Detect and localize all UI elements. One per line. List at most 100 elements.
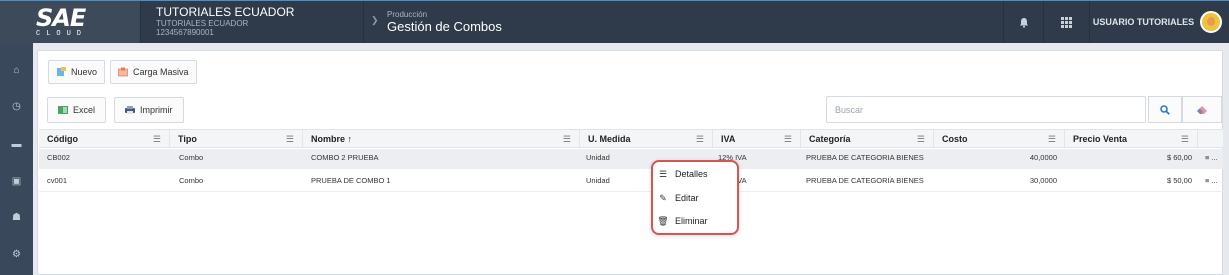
print-button[interactable]: Imprimir <box>114 97 184 123</box>
trash-icon: 🗑 <box>657 215 669 226</box>
table-header: Código ☰ Tipo ☰ Nombre ↑ ☰ U. Medida ☰ IVA ☰ … <box>39 129 1223 148</box>
bulk-upload-label: Carga Masiva <box>133 67 189 77</box>
table-row[interactable]: cv001 Combo PRUEBA DE COMBO 1 Unidad 12%… <box>39 172 1223 192</box>
upload-box-icon <box>118 67 128 77</box>
table-row[interactable]: CB002 Combo COMBO 2 PRUEBA Unidad 12% IV… <box>39 149 1223 169</box>
sidebar-item-home[interactable]: ⌂ <box>0 61 33 79</box>
menu-item-label: Detalles <box>675 169 708 179</box>
grid-icon <box>1061 16 1072 28</box>
sidebar-item-reports[interactable]: ▬ <box>0 135 33 153</box>
excel-label: Excel <box>73 105 96 115</box>
column-label: Categoría <box>809 134 851 144</box>
print-label: Imprimir <box>140 105 173 115</box>
menu-item-details[interactable]: ☰ Detalles <box>657 165 735 183</box>
settings-icon: ⚙ <box>12 248 21 260</box>
cell-precio: $ 60,00 <box>1166 153 1192 162</box>
apps-button[interactable] <box>1043 1 1089 43</box>
column-header-iva[interactable]: IVA ☰ <box>713 130 801 148</box>
user-label: USUARIO TUTORIALES <box>1092 17 1195 27</box>
new-button[interactable]: Nuevo <box>48 60 106 84</box>
cell-tipo: Combo <box>179 153 204 162</box>
logo[interactable]: SAE CLOUD <box>0 1 141 43</box>
column-header-nombre[interactable]: Nombre ↑ ☰ <box>303 130 580 148</box>
cell-categoria: PRUEBA DE CATEGORIA BIENES <box>806 153 924 162</box>
row-actions-button[interactable]: ≡ ... <box>1205 153 1218 162</box>
filter-icon[interactable]: ☰ <box>784 134 792 145</box>
column-header-categoria[interactable]: Categoría ☰ <box>801 130 934 148</box>
excel-button[interactable]: Excel <box>47 97 107 123</box>
filter-icon[interactable]: ☰ <box>696 134 704 145</box>
cell-costo: 40,0000 <box>1029 153 1057 162</box>
column-label: Costo <box>942 134 968 144</box>
column-label: Nombre ↑ <box>311 134 353 144</box>
cell-precio: $ 50,00 <box>1166 176 1192 185</box>
column-header-codigo[interactable]: Código ☰ <box>39 130 170 148</box>
printer-icon <box>125 106 135 114</box>
sidebar-item-history[interactable]: ◷ <box>0 97 33 115</box>
divider <box>363 1 364 43</box>
search-icon <box>1160 104 1170 115</box>
pencil-icon: ✎ <box>659 192 667 203</box>
main-panel: Nuevo Carga Masiva Excel Imprimir Buscar… <box>37 50 1223 275</box>
cell-categoria: PRUEBA DE CATEGORIA BIENES <box>806 176 924 185</box>
column-label: Tipo <box>178 134 197 144</box>
row-actions-button[interactable]: ≡ ... <box>1205 176 1218 185</box>
search-input[interactable]: Buscar <box>826 96 1146 123</box>
home-icon: ⌂ <box>13 64 20 76</box>
sidebar-item-users[interactable]: ☗ <box>0 208 33 226</box>
column-label: Código <box>47 134 78 144</box>
company-name: TUTORIALES ECUADOR <box>156 5 295 19</box>
new-label: Nuevo <box>71 67 98 77</box>
new-document-icon <box>57 67 66 76</box>
logo-subtext: CLOUD <box>36 30 88 38</box>
cell-nombre: COMBO 2 PRUEBA <box>311 153 379 162</box>
notifications-button[interactable] <box>1003 1 1043 43</box>
sidebar-item-settings[interactable]: ⚙ <box>0 245 33 263</box>
user-menu[interactable]: USUARIO TUTORIALES <box>1089 1 1225 43</box>
filter-icon[interactable]: ☰ <box>1181 134 1189 145</box>
column-header-tipo[interactable]: Tipo ☰ <box>170 130 303 148</box>
chart-icon: ▬ <box>11 138 22 150</box>
page-title: Gestión de Combos <box>387 19 502 34</box>
menu-item-label: Editar <box>675 193 699 203</box>
filter-icon[interactable]: ☰ <box>563 134 571 145</box>
cell-medida: Unidad <box>586 176 610 185</box>
column-label: Precio Venta <box>1073 134 1128 144</box>
clock-icon: ◷ <box>12 100 21 112</box>
cell-nombre: PRUEBA DE COMBO 1 <box>311 176 391 185</box>
menu-item-edit[interactable]: ✎ Editar <box>657 189 735 207</box>
filter-icon[interactable]: ☰ <box>153 134 161 145</box>
cell-medida: Unidad <box>586 153 610 162</box>
chevron-right-icon: ❯ <box>371 15 379 25</box>
document-icon: ▣ <box>11 175 22 187</box>
company-info: TUTORIALES ECUADOR TUTORIALES ECUADOR 12… <box>156 5 295 38</box>
list-icon: ☰ <box>658 168 668 179</box>
users-icon: ☗ <box>12 211 21 223</box>
cell-costo: 30,0000 <box>1029 176 1057 185</box>
column-header-medida[interactable]: U. Medida ☰ <box>580 130 713 148</box>
filter-icon[interactable]: ☰ <box>1048 134 1056 145</box>
bulk-upload-button[interactable]: Carga Masiva <box>110 60 197 84</box>
column-header-costo[interactable]: Costo ☰ <box>934 130 1065 148</box>
company-subname: TUTORIALES ECUADOR <box>156 19 249 28</box>
column-label: IVA <box>721 134 736 144</box>
column-label: U. Medida <box>588 134 631 144</box>
logo-text: SAE <box>36 4 86 32</box>
sidebar: ⌂ ◷ ▬ ▣ ☗ ⚙ <box>0 43 33 275</box>
clear-search-button[interactable] <box>1182 96 1222 123</box>
filter-icon[interactable]: ☰ <box>286 134 294 145</box>
company-ruc: 1234567890001 <box>156 28 214 37</box>
row-context-menu: ☰ Detalles ✎ Editar 🗑 Eliminar <box>651 160 739 235</box>
cell-codigo: CB002 <box>47 153 70 162</box>
top-bar: SAE CLOUD TUTORIALES ECUADOR TUTORIALES … <box>0 0 1229 43</box>
column-header-precio[interactable]: Precio Venta ☰ <box>1065 130 1198 148</box>
eraser-icon <box>1197 105 1207 114</box>
cell-codigo: cv001 <box>47 176 68 185</box>
breadcrumb-parent: Producción <box>387 10 428 19</box>
search-button[interactable] <box>1148 96 1182 123</box>
menu-item-delete[interactable]: 🗑 Eliminar <box>657 212 735 230</box>
breadcrumb: Producción Gestión de Combos <box>387 10 502 35</box>
sidebar-item-documents[interactable]: ▣ <box>0 172 33 190</box>
excel-icon <box>58 106 68 114</box>
filter-icon[interactable]: ☰ <box>917 134 925 145</box>
